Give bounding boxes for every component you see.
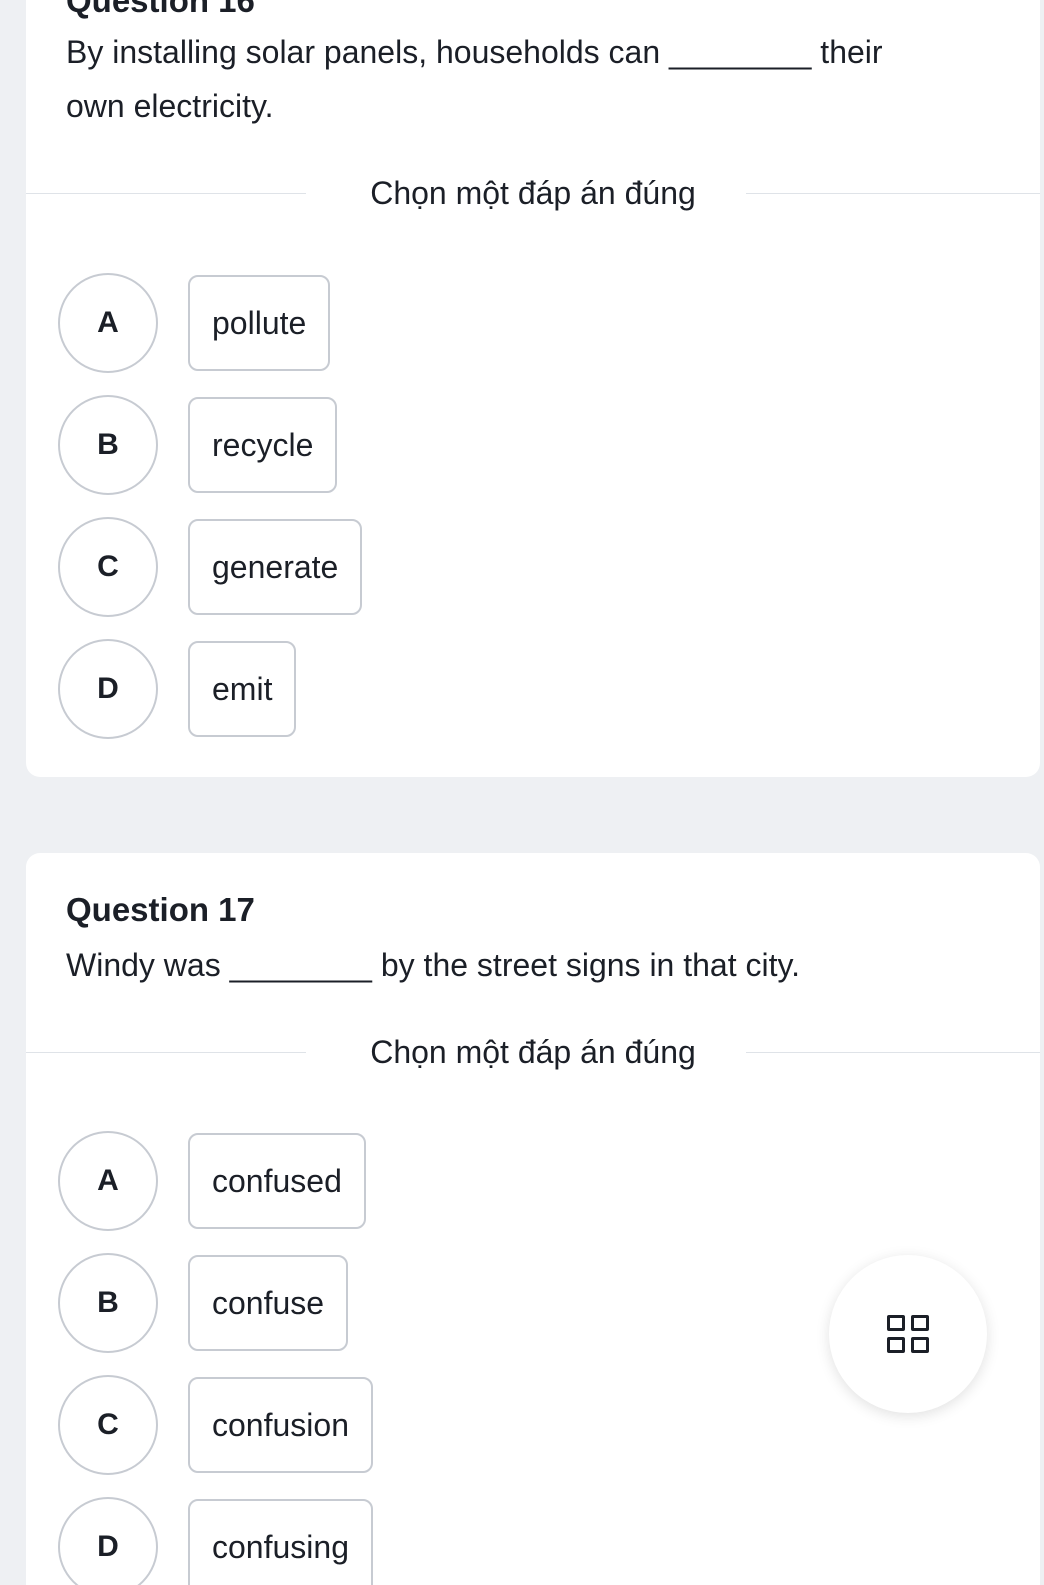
question-text-line2: own electricity. bbox=[66, 88, 274, 124]
answer-prompt-divider: Chọn một đáp án đúng bbox=[26, 173, 1040, 213]
option-answer[interactable]: confuse bbox=[188, 1255, 349, 1351]
option-answer[interactable]: confusion bbox=[188, 1377, 373, 1473]
option-answer[interactable]: confused bbox=[188, 1133, 366, 1229]
option-letter[interactable]: B bbox=[58, 1253, 158, 1353]
option-answer[interactable]: generate bbox=[188, 519, 363, 615]
question-card-17: Question 17 Windy was ________ by the st… bbox=[26, 853, 1040, 1585]
option-letter[interactable]: D bbox=[58, 639, 158, 739]
option-letter[interactable]: B bbox=[58, 395, 158, 495]
divider-line-right bbox=[746, 1052, 1040, 1053]
option-letter[interactable]: A bbox=[58, 273, 158, 373]
option-letter[interactable]: C bbox=[58, 1375, 158, 1475]
quiz-page: Question 16 By installing solar panels, … bbox=[0, 0, 1044, 1585]
option-answer[interactable]: confusing bbox=[188, 1499, 373, 1585]
question-title: Question 16 bbox=[66, 0, 255, 19]
grid-cell bbox=[887, 1315, 905, 1331]
grid-cell bbox=[887, 1337, 905, 1353]
question-navigator-button[interactable] bbox=[829, 1255, 987, 1413]
grid-cell bbox=[911, 1315, 929, 1331]
question-title: Question 17 bbox=[66, 891, 255, 928]
question-text-line1: By installing solar panels, households c… bbox=[66, 34, 883, 70]
grid-cell bbox=[911, 1337, 929, 1353]
option-letter[interactable]: A bbox=[58, 1131, 158, 1231]
answer-prompt-divider: Chọn một đáp án đúng bbox=[26, 1032, 1040, 1072]
option-answer[interactable]: recycle bbox=[188, 397, 338, 493]
divider-line-right bbox=[746, 193, 1040, 194]
question-text: Windy was ________ by the street signs i… bbox=[66, 947, 801, 983]
option-answer[interactable]: emit bbox=[188, 641, 297, 737]
question-card-16: Question 16 By installing solar panels, … bbox=[26, 0, 1040, 777]
option-letter[interactable]: C bbox=[58, 517, 158, 617]
option-answer[interactable]: pollute bbox=[188, 275, 331, 371]
grid-icon bbox=[887, 1315, 929, 1353]
option-letter[interactable]: D bbox=[58, 1497, 158, 1585]
